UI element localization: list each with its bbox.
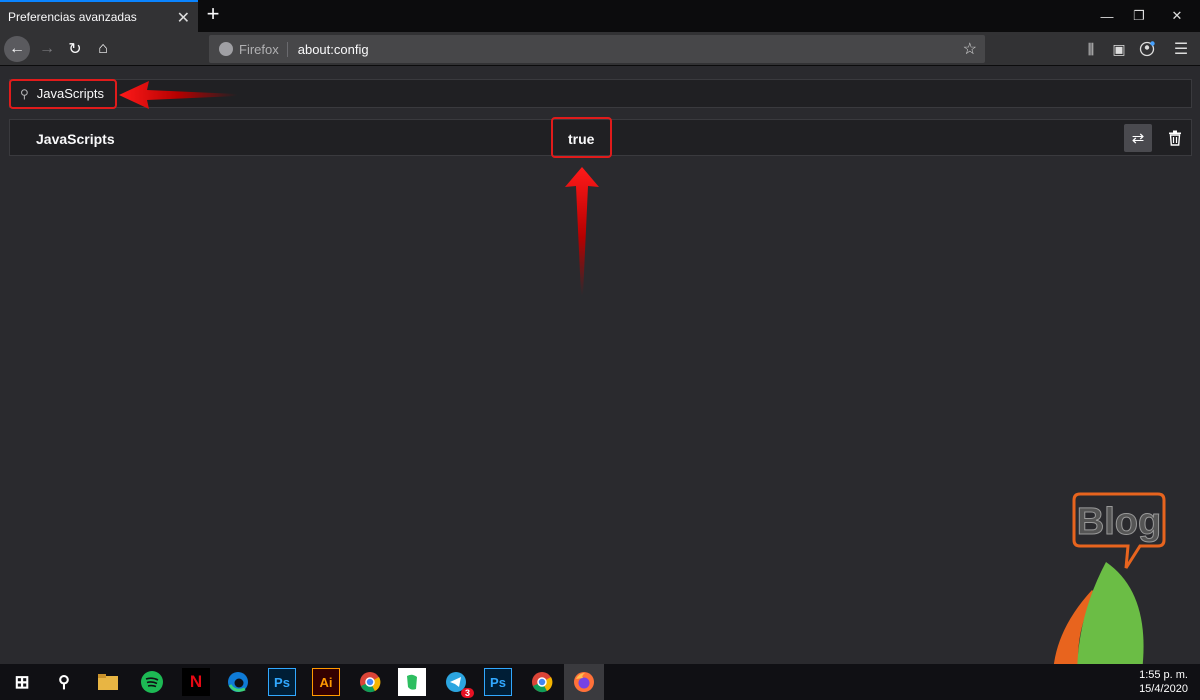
identity-label: Firefox bbox=[239, 41, 288, 57]
taskbar-telegram[interactable]: 3 bbox=[442, 668, 474, 698]
back-button[interactable]: ← bbox=[4, 36, 30, 62]
sidebar-button[interactable]: ▣ bbox=[1106, 36, 1132, 62]
new-tab-button[interactable]: + bbox=[203, 3, 223, 27]
taskbar-search-button[interactable]: ⚲ bbox=[50, 668, 78, 696]
blog-logo-text: Blog bbox=[1077, 501, 1161, 543]
reload-button[interactable]: ↻ bbox=[62, 36, 88, 62]
netflix-icon: N bbox=[189, 672, 203, 691]
taskbar-file-explorer[interactable] bbox=[94, 668, 122, 696]
tab-preferencias-avanzadas[interactable]: Preferencias avanzadas ✕ bbox=[0, 0, 198, 32]
delete-button[interactable] bbox=[1161, 124, 1189, 152]
arrow-right-icon: → bbox=[39, 40, 55, 57]
photoshop-icon: Ps bbox=[274, 674, 290, 690]
chrome-icon bbox=[532, 672, 553, 693]
reload-icon: ↻ bbox=[68, 41, 82, 58]
taskbar-netflix[interactable]: N bbox=[182, 668, 210, 696]
url-text[interactable]: about:config bbox=[298, 42, 369, 57]
menu-button[interactable]: ☰ bbox=[1168, 36, 1194, 62]
forward-button[interactable]: → bbox=[34, 36, 60, 62]
toggle-arrows-icon: ⇄ bbox=[1131, 130, 1145, 147]
taskbar-evernote[interactable] bbox=[398, 668, 426, 696]
taskbar-spotify[interactable] bbox=[138, 668, 166, 696]
library-icon: ⫼ bbox=[1087, 40, 1095, 57]
clock-date: 15/4/2020 bbox=[1139, 683, 1188, 695]
photoshop-icon: Ps bbox=[490, 674, 506, 690]
address-bar[interactable]: Firefox about:config ☆ bbox=[209, 35, 985, 63]
taskbar-photoshop[interactable]: Ps bbox=[268, 668, 296, 696]
taskbar-chrome-2[interactable] bbox=[528, 668, 556, 696]
taskbar-photoshop-2[interactable]: Ps bbox=[484, 668, 512, 696]
home-icon: ⌂ bbox=[98, 40, 108, 57]
taskbar-firefox[interactable] bbox=[564, 664, 604, 700]
hamburger-menu-icon: ☰ bbox=[1173, 41, 1189, 58]
edge-icon bbox=[228, 672, 248, 692]
close-window-button[interactable]: ✕ bbox=[1154, 0, 1200, 32]
close-tab-icon[interactable]: ✕ bbox=[177, 8, 190, 28]
search-highlight-box bbox=[9, 79, 117, 109]
system-clock[interactable]: 1:55 p. m. 15/4/2020 bbox=[1139, 668, 1188, 696]
chrome-icon bbox=[360, 672, 381, 693]
trash-icon bbox=[1169, 130, 1181, 146]
firefox-logo-icon bbox=[219, 42, 233, 56]
pref-name: JavaScripts bbox=[36, 131, 115, 147]
value-highlight-box bbox=[551, 117, 612, 158]
account-icon bbox=[1139, 41, 1155, 57]
bookmark-star-icon[interactable]: ☆ bbox=[963, 39, 977, 59]
red-arrow-up-icon bbox=[565, 167, 599, 295]
navigation-toolbar: ← → ↻ ⌂ Firefox about:config ☆ ⫼ ▣ ☰ bbox=[0, 32, 1200, 66]
windows-logo-icon: ⊞ bbox=[14, 671, 30, 692]
taskbar-chrome[interactable] bbox=[356, 668, 384, 696]
arrow-left-icon: ← bbox=[9, 40, 25, 57]
red-arrow-left-icon bbox=[119, 81, 237, 109]
search-icon: ⚲ bbox=[58, 674, 70, 691]
telegram-badge: 3 bbox=[460, 688, 474, 698]
taskbar-edge[interactable] bbox=[224, 668, 252, 696]
illustrator-icon: Ai bbox=[319, 674, 333, 690]
start-button[interactable]: ⊞ bbox=[8, 668, 36, 696]
taskbar-illustrator[interactable]: Ai bbox=[312, 668, 340, 696]
account-button[interactable] bbox=[1134, 36, 1160, 62]
tab-title: Preferencias avanzadas bbox=[8, 10, 137, 24]
clock-time: 1:55 p. m. bbox=[1139, 669, 1188, 681]
about-config-page: ⚲ JavaScripts true ⇄ bbox=[0, 67, 1200, 664]
folder-icon bbox=[98, 674, 118, 690]
sidebar-icon: ▣ bbox=[1112, 40, 1126, 57]
evernote-icon bbox=[407, 674, 417, 690]
windows-taskbar: ⊞ ⚲ N Ps Ai 3 Ps 1:55 p. m. 15/4/2020 bbox=[0, 664, 1200, 700]
spotify-icon bbox=[141, 671, 163, 693]
toggle-button[interactable]: ⇄ bbox=[1124, 124, 1152, 152]
home-button[interactable]: ⌂ bbox=[90, 36, 116, 62]
library-button[interactable]: ⫼ bbox=[1078, 36, 1104, 62]
tab-strip: Preferencias avanzadas ✕ + — ❐ ✕ bbox=[0, 0, 1200, 32]
firefox-icon bbox=[574, 672, 594, 692]
